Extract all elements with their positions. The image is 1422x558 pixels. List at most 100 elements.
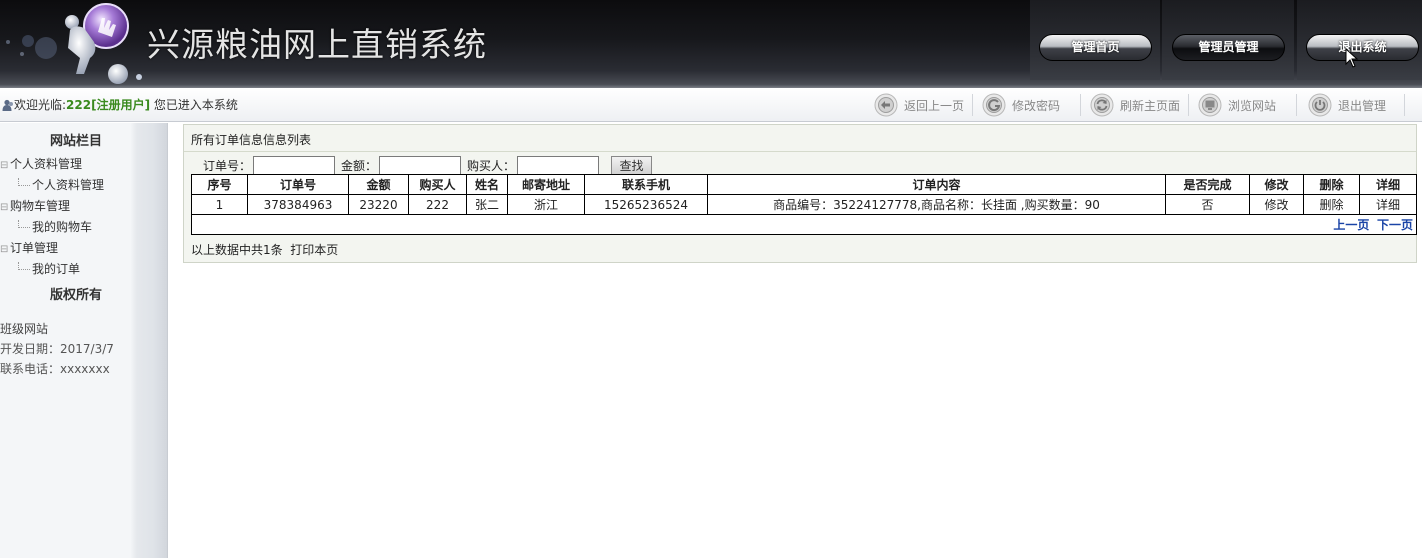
- tree-expander-icon: ⊟: [0, 244, 9, 255]
- print-page-link[interactable]: 打印本页: [290, 243, 338, 257]
- search-button[interactable]: 查找: [611, 155, 653, 175]
- toolbar-divider: [1404, 94, 1405, 116]
- column-header: 修改: [1249, 174, 1304, 195]
- page-title: 所有订单信息信息列表: [191, 133, 312, 147]
- sidebar-item-label: 我的订单: [32, 262, 81, 276]
- user-icon: [2, 99, 13, 111]
- column-header: 删除: [1303, 174, 1360, 195]
- welcome-suffix: 您已进入本系统: [150, 98, 238, 112]
- column-header: 联系手机: [584, 174, 708, 195]
- next-page-link[interactable]: 下一页: [1377, 218, 1413, 232]
- cell-order-no: 378384963: [247, 194, 349, 215]
- password-icon: [982, 93, 1006, 117]
- sidebar-group-label: 个人资料管理: [10, 157, 83, 171]
- record-count-text: 以上数据中共1条: [191, 243, 283, 257]
- browse-site-label: 浏览网站: [1228, 98, 1277, 113]
- sidebar-group-cart[interactable]: ⊟ 购物车管理: [0, 197, 70, 214]
- table-footer: 以上数据中共1条 打印本页: [191, 241, 338, 258]
- app-header: 兴源粮油网上直销系统 管理首页 管理员管理 退出系统: [0, 0, 1422, 88]
- cell-amount: 23220: [348, 194, 409, 215]
- sidebar-group-orders[interactable]: ⊟ 订单管理: [0, 239, 58, 256]
- dev-date-text: 开发日期：2017/3/7: [0, 342, 114, 356]
- delete-link[interactable]: 删除: [1303, 194, 1360, 215]
- table-row: 1 378384963 23220 222 张二 浙江 15265236524 …: [191, 194, 1417, 215]
- go-back-label: 返回上一页: [904, 98, 965, 113]
- logout-system-button[interactable]: 退出系统: [1306, 34, 1419, 61]
- detail-link[interactable]: 详细: [1359, 194, 1417, 215]
- toolbar-divider: [1188, 94, 1189, 116]
- tree-line-icon: [18, 178, 30, 186]
- browse-icon: [1198, 93, 1222, 117]
- sidebar-title: 网站栏目: [50, 134, 103, 149]
- column-header: 购买人: [408, 174, 467, 195]
- refresh-main-button[interactable]: 刷新主页面: [1090, 92, 1180, 118]
- cell-buyer: 222: [408, 194, 467, 215]
- tree-expander-icon: ⊟: [0, 202, 9, 213]
- order-no-label: 订单号：: [203, 158, 252, 173]
- column-header: 订单号: [247, 174, 349, 195]
- toolbar-divider: [1296, 94, 1297, 116]
- amount-input[interactable]: [379, 155, 462, 175]
- sidebar-item-my-orders[interactable]: 我的订单: [18, 260, 80, 277]
- current-username: 222[注册用户]: [66, 98, 151, 112]
- exit-admin-label: 退出管理: [1338, 98, 1387, 113]
- toolbar-divider: [972, 94, 973, 116]
- sidebar-item-label: 我的购物车: [32, 220, 93, 234]
- amount-label: 金额：: [341, 158, 378, 173]
- power-icon: [1308, 93, 1332, 117]
- table-header-row: 序号 订单号 金额 购买人 姓名 邮寄地址 联系手机 订单内容 是否完成 修改 …: [191, 174, 1417, 195]
- admin-home-button[interactable]: 管理首页: [1039, 34, 1152, 61]
- contact-phone-text: 联系电话：xxxxxxx: [0, 362, 110, 376]
- browse-site-button[interactable]: 浏览网站: [1198, 92, 1276, 118]
- tree-line-icon: [18, 220, 30, 228]
- column-header: 订单内容: [707, 174, 1166, 195]
- pager-row: 上一页 下一页: [191, 214, 1417, 235]
- site-title: 兴源粮油网上直销系统: [147, 25, 487, 64]
- sidebar-item-label: 个人资料管理: [32, 178, 105, 192]
- orders-table: 序号 订单号 金额 购买人 姓名 邮寄地址 联系手机 订单内容 是否完成 修改 …: [191, 174, 1417, 235]
- mouse-cursor-icon: [1345, 48, 1359, 68]
- column-header: 序号: [191, 174, 248, 195]
- cell-seq: 1: [191, 194, 248, 215]
- pager-cell: 上一页 下一页: [191, 214, 1417, 235]
- cell-content: 商品编号：35224127778,商品名称：长挂面 ,购买数量：90: [707, 194, 1166, 215]
- change-password-label: 修改密码: [1012, 98, 1061, 113]
- sidebar: 网站栏目 ⊟ 个人资料管理 个人资料管理 ⊟ 购物车管理 我的购物车 ⊟ 订单管理 我…: [0, 123, 168, 558]
- copyright-heading: 版权所有: [50, 288, 103, 303]
- toolbar-divider: [1080, 94, 1081, 116]
- sidebar-group-profile[interactable]: ⊟ 个人资料管理: [0, 155, 82, 172]
- tree-expander-icon: ⊟: [0, 160, 9, 171]
- buyer-label: 购买人：: [467, 158, 516, 173]
- refresh-icon: [1090, 93, 1114, 117]
- go-back-button[interactable]: 返回上一页: [874, 92, 964, 118]
- logo-icon: [65, 3, 142, 84]
- status-toolbar: 欢迎光临:222[注册用户] 您已进入本系统 返回上一页 修改密码 刷新主页面 …: [0, 88, 1422, 122]
- sidebar-item-profile[interactable]: 个人资料管理: [18, 176, 104, 193]
- column-header: 姓名: [466, 174, 508, 195]
- tree-line-icon: [18, 262, 30, 270]
- exit-admin-button[interactable]: 退出管理: [1308, 92, 1386, 118]
- cell-name: 张二: [466, 194, 508, 215]
- prev-page-link[interactable]: 上一页: [1333, 218, 1369, 232]
- edit-link[interactable]: 修改: [1249, 194, 1304, 215]
- refresh-main-label: 刷新主页面: [1120, 98, 1181, 113]
- cell-address: 浙江: [507, 194, 585, 215]
- back-arrow-icon: [874, 93, 898, 117]
- cell-phone: 15265236524: [584, 194, 708, 215]
- admin-manage-button[interactable]: 管理员管理: [1172, 34, 1285, 61]
- column-header: 详细: [1359, 174, 1417, 195]
- order-no-input[interactable]: [253, 155, 336, 175]
- sidebar-item-my-cart[interactable]: 我的购物车: [18, 218, 92, 235]
- sidebar-group-label: 购物车管理: [10, 199, 71, 213]
- class-site-text: 班级网站: [0, 322, 49, 336]
- buyer-input[interactable]: [517, 155, 600, 175]
- order-list-panel: 所有订单信息信息列表 订单号： 金额： 购买人： 查找 序号 订单号 金额 购买…: [183, 124, 1417, 263]
- search-form: 订单号： 金额： 购买人： 查找: [192, 154, 653, 176]
- change-password-button[interactable]: 修改密码: [982, 92, 1060, 118]
- column-header: 是否完成: [1165, 174, 1250, 195]
- title-divider: [184, 151, 1416, 152]
- column-header: 邮寄地址: [507, 174, 585, 195]
- welcome-prefix: 欢迎光临:: [14, 98, 67, 112]
- cell-done: 否: [1165, 194, 1250, 215]
- sidebar-group-label: 订单管理: [10, 241, 59, 255]
